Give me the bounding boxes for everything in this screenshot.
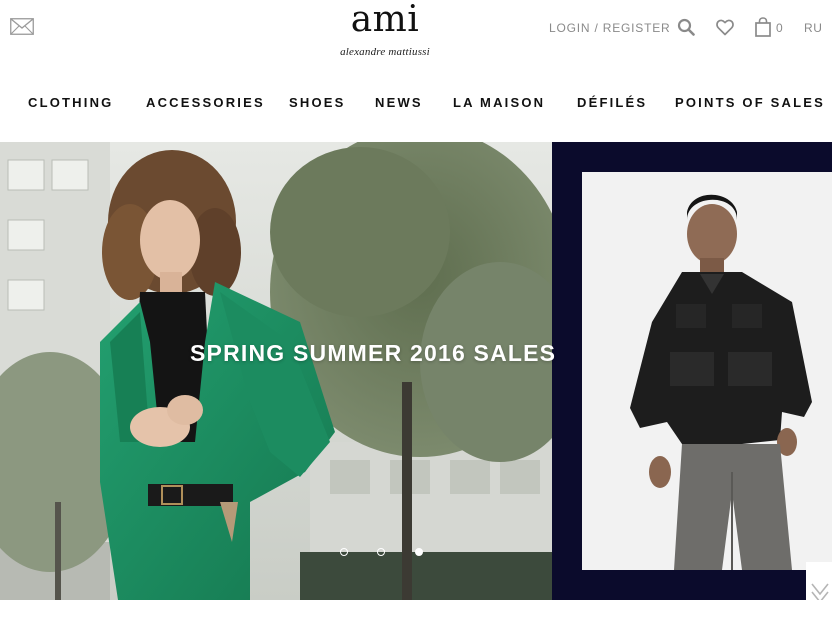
cart-count: 0 <box>776 21 783 35</box>
language-selector[interactable]: RU <box>804 21 823 35</box>
site-header: ami alexandre mattiussi LOGIN / REGISTER… <box>0 0 832 142</box>
main-nav: CLOTHING ACCESSORIES SHOES NEWS LA MAISO… <box>0 95 832 113</box>
logo-tagline: alexandre mattiussi <box>340 46 430 58</box>
model-illustration <box>582 172 832 570</box>
logo-wordmark: ami <box>350 0 420 40</box>
nav-item-defiles[interactable]: DÉFILÉS <box>577 95 647 110</box>
slider-pagination <box>336 548 436 560</box>
search-icon[interactable] <box>677 18 695 36</box>
nav-item-la-maison[interactable]: LA MAISON <box>453 95 545 110</box>
hero-slider[interactable]: SPRING SUMMER 2016 SALES <box>0 142 832 600</box>
hero-image-menswear[interactable] <box>582 172 832 570</box>
nav-item-clothing[interactable]: CLOTHING <box>28 95 113 110</box>
hero-headline[interactable]: SPRING SUMMER 2016 SALES <box>190 340 590 367</box>
slider-dot-1[interactable] <box>340 548 348 556</box>
page: ami alexandre mattiussi LOGIN / REGISTER… <box>0 0 832 624</box>
nav-item-accessories[interactable]: ACCESSORIES <box>146 95 265 110</box>
brand-logo[interactable]: ami alexandre mattiussi <box>330 0 440 58</box>
nav-item-points-of-sales[interactable]: POINTS OF SALES <box>675 95 825 110</box>
slider-dot-2[interactable] <box>377 548 385 556</box>
hero-panel-menswear[interactable] <box>552 142 832 600</box>
nav-item-news[interactable]: NEWS <box>375 95 423 110</box>
page-bottom-spacer <box>0 600 832 624</box>
heart-icon[interactable] <box>716 19 734 36</box>
nav-item-shoes[interactable]: SHOES <box>289 95 346 110</box>
street-scene-illustration <box>0 142 552 600</box>
shopping-bag-icon[interactable] <box>755 17 771 37</box>
login-register-link[interactable]: LOGIN / REGISTER <box>549 18 671 38</box>
hero-image-womenswear[interactable] <box>0 142 552 600</box>
envelope-icon[interactable] <box>10 18 34 35</box>
slider-dot-3[interactable] <box>415 548 423 556</box>
